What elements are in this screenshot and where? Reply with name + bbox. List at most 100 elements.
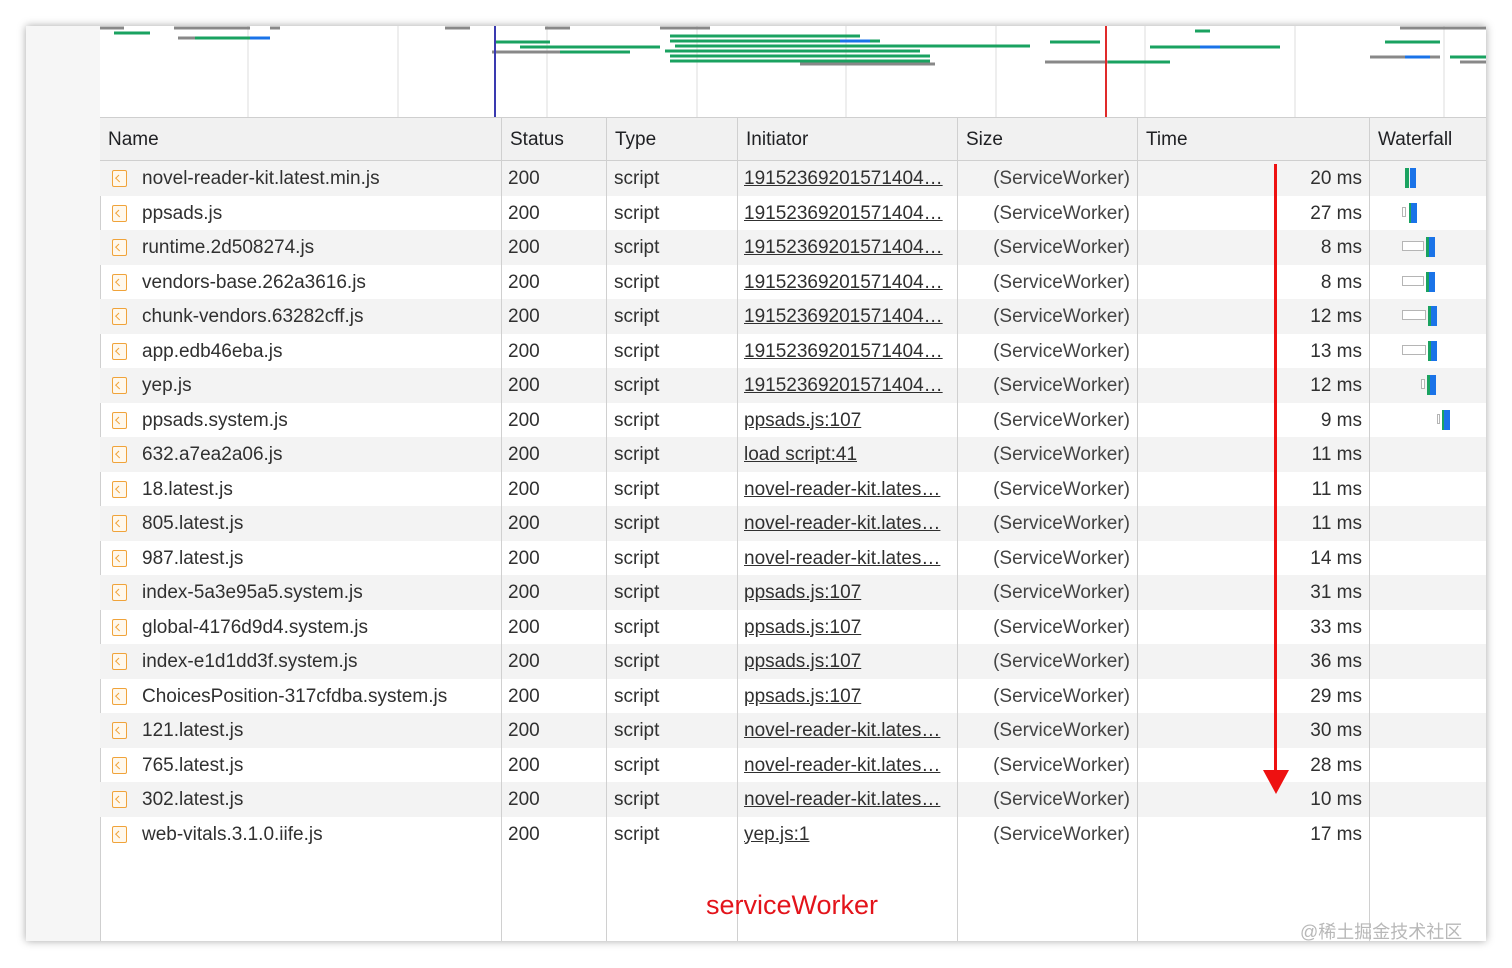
column-divider[interactable] xyxy=(737,118,738,941)
request-status: 200 xyxy=(508,478,540,500)
left-gutter xyxy=(26,26,101,941)
request-initiator-link[interactable]: ppsads.js:107 xyxy=(744,644,950,679)
request-type: script xyxy=(614,823,660,845)
script-file-icon xyxy=(112,791,127,808)
column-divider[interactable] xyxy=(501,118,502,941)
request-name-label: index-5a3e95a5.system.js xyxy=(142,582,363,603)
request-status: 200 xyxy=(508,823,540,845)
devtools-network-panel: Name Status Type Initiator Size Time Wat… xyxy=(26,26,1486,941)
request-size: (ServiceWorker) xyxy=(993,444,1130,465)
column-header-type[interactable]: Type xyxy=(607,118,738,160)
request-name: 765.latest.js xyxy=(112,748,500,783)
request-size: (ServiceWorker) xyxy=(993,720,1130,741)
request-name-label: 302.latest.js xyxy=(142,789,244,810)
request-initiator-link[interactable]: novel-reader-kit.lates… xyxy=(744,506,950,541)
request-type: script xyxy=(614,513,660,534)
request-name: global-4176d9d4.system.js xyxy=(112,610,500,645)
script-file-icon xyxy=(112,480,127,498)
table-row[interactable]: app.edb46eba.js 200 script 1915236920157140… xyxy=(100,334,1486,369)
table-row[interactable]: web-vitals.3.1.0.iife.js 200 script yep.js:… xyxy=(100,817,1486,852)
request-initiator-link[interactable]: novel-reader-kit.lates… xyxy=(744,472,950,507)
column-divider[interactable] xyxy=(1137,118,1138,941)
table-row[interactable]: ppsads.system.js 200 script ppsads.js:107 (S… xyxy=(100,403,1486,438)
request-time: 28 ms xyxy=(1310,754,1362,776)
request-initiator-link[interactable]: ppsads.js:107 xyxy=(744,610,950,645)
table-row[interactable]: 987.latest.js 200 script novel-reader-kit.l… xyxy=(100,541,1486,576)
table-row[interactable]: index-5a3e95a5.system.js 200 script ppsads.… xyxy=(100,575,1486,610)
network-overview-timeline[interactable] xyxy=(100,26,1486,118)
request-name: 18.latest.js xyxy=(112,472,500,507)
table-row[interactable]: 18.latest.js 200 script novel-reader-kit.la… xyxy=(100,472,1486,507)
waterfall-download-segment xyxy=(1429,237,1435,257)
column-divider[interactable] xyxy=(957,118,958,941)
request-table: Name Status Type Initiator Size Time Wat… xyxy=(100,118,1486,941)
table-row[interactable]: runtime.2d508274.js 200 script 191523692015… xyxy=(100,230,1486,265)
table-row[interactable]: yep.js 200 script 19152369201571404… (Servic… xyxy=(100,368,1486,403)
request-initiator-link[interactable]: yep.js:1 xyxy=(744,817,950,852)
waterfall-bar xyxy=(100,334,1486,369)
script-file-icon xyxy=(112,584,127,601)
waterfall-download-segment xyxy=(1444,409,1450,430)
table-row[interactable]: 805.latest.js 200 script novel-reader-kit.l… xyxy=(100,506,1486,541)
request-type: script xyxy=(614,547,660,569)
waterfall-download-segment xyxy=(1431,306,1437,326)
table-row[interactable]: vendors-base.262a3616.js 200 script 1915236… xyxy=(100,265,1486,300)
request-name-label: 121.latest.js xyxy=(142,720,244,741)
waterfall-queue-segment xyxy=(1437,413,1440,424)
request-name: index-e1d1dd3f.system.js xyxy=(112,644,500,679)
request-name-label: 632.a7ea2a06.js xyxy=(142,444,283,465)
table-row[interactable]: 632.a7ea2a06.js 200 script load script:41 (S… xyxy=(100,437,1486,472)
column-header-name[interactable]: Name xyxy=(100,118,502,160)
request-type: script xyxy=(614,754,660,776)
waterfall-download-segment xyxy=(1429,271,1435,292)
request-size: (ServiceWorker) xyxy=(993,685,1130,707)
column-header-time[interactable]: Time xyxy=(1138,118,1370,160)
request-initiator-link[interactable]: novel-reader-kit.lates… xyxy=(744,713,950,748)
request-initiator-link[interactable]: novel-reader-kit.lates… xyxy=(744,541,950,576)
request-type: script xyxy=(614,651,660,672)
waterfall-download-segment xyxy=(1411,202,1417,223)
request-time: 30 ms xyxy=(1310,720,1362,741)
column-header-status[interactable]: Status xyxy=(502,118,607,160)
waterfall-bar xyxy=(100,230,1486,265)
table-row[interactable]: 121.latest.js 200 script novel-reader-kit.l… xyxy=(100,713,1486,748)
request-type: script xyxy=(614,444,660,465)
column-divider[interactable] xyxy=(606,118,607,941)
request-initiator-link[interactable]: ppsads.js:107 xyxy=(744,575,950,610)
waterfall-download-segment xyxy=(1410,168,1416,188)
request-size: (ServiceWorker) xyxy=(993,582,1130,603)
waterfall-bar xyxy=(100,403,1486,438)
request-time: 14 ms xyxy=(1310,547,1362,569)
request-status: 200 xyxy=(508,444,540,465)
script-file-icon xyxy=(112,549,127,567)
request-name-label: web-vitals.3.1.0.iife.js xyxy=(142,823,323,845)
request-initiator-link[interactable]: load script:41 xyxy=(744,437,950,472)
request-size: (ServiceWorker) xyxy=(993,513,1130,534)
table-row[interactable]: novel-reader-kit.latest.min.js 200 script 1… xyxy=(100,161,1486,196)
waterfall-queue-segment xyxy=(1402,241,1424,251)
table-row[interactable]: index-e1d1dd3f.system.js 200 script ppsads.… xyxy=(100,644,1486,679)
table-row[interactable]: global-4176d9d4.system.js 200 script ppsads… xyxy=(100,610,1486,645)
script-file-icon xyxy=(112,756,127,774)
request-time: 36 ms xyxy=(1310,651,1362,672)
waterfall-bar xyxy=(100,265,1486,300)
table-row[interactable]: chunk-vendors.63282cff.js 200 script 191523… xyxy=(100,299,1486,334)
request-size: (ServiceWorker) xyxy=(993,478,1130,500)
table-row[interactable]: ppsads.js 200 script 19152369201571404… (Ser… xyxy=(100,196,1486,231)
request-time: 31 ms xyxy=(1310,582,1362,603)
waterfall-bar xyxy=(100,299,1486,334)
request-initiator-link[interactable]: ppsads.js:107 xyxy=(744,679,950,714)
script-file-icon xyxy=(112,515,127,532)
column-divider[interactable] xyxy=(1369,118,1370,941)
request-name: 632.a7ea2a06.js xyxy=(112,437,500,472)
column-header-initiator[interactable]: Initiator xyxy=(738,118,958,160)
request-type: script xyxy=(614,478,660,500)
request-size: (ServiceWorker) xyxy=(993,651,1130,672)
request-status: 200 xyxy=(508,754,540,776)
request-initiator-link[interactable]: novel-reader-kit.lates… xyxy=(744,782,950,817)
column-header-size[interactable]: Size xyxy=(958,118,1138,160)
request-time: 29 ms xyxy=(1310,685,1362,707)
table-row[interactable]: ChoicesPosition-317cfdba.system.js 200 scr… xyxy=(100,679,1486,714)
column-header-waterfall[interactable]: Waterfall xyxy=(1370,118,1486,160)
request-initiator-link[interactable]: novel-reader-kit.lates… xyxy=(744,748,950,783)
